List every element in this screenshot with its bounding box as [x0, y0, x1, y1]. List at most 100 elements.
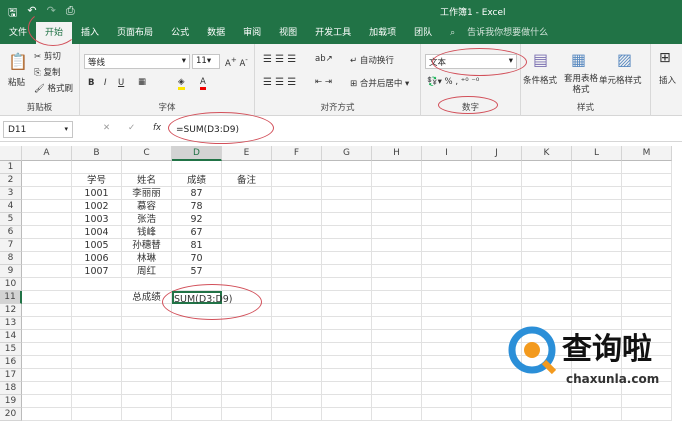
cell-C1[interactable] [122, 161, 172, 174]
cell-J12[interactable] [472, 304, 522, 317]
cell-D7[interactable]: 81 [172, 239, 222, 252]
column-header-F[interactable]: F [272, 146, 322, 161]
cell-D6[interactable]: 67 [172, 226, 222, 239]
row-header-2[interactable]: 2 [0, 174, 22, 187]
cell-C8[interactable]: 林琳 [122, 252, 172, 265]
cell-F9[interactable] [272, 265, 322, 278]
row-header-3[interactable]: 3 [0, 187, 22, 200]
cell-M10[interactable] [622, 278, 672, 291]
cell-A3[interactable] [22, 187, 72, 200]
cell-E1[interactable] [222, 161, 272, 174]
cell-A6[interactable] [22, 226, 72, 239]
cell-M11[interactable] [622, 291, 672, 304]
cell-D2[interactable]: 成绩 [172, 174, 222, 187]
cell-G4[interactable] [322, 200, 372, 213]
cell-B2[interactable]: 学号 [72, 174, 122, 187]
cell-K10[interactable] [522, 278, 572, 291]
cell-I6[interactable] [422, 226, 472, 239]
name-box[interactable]: D11 ▾ [3, 121, 73, 138]
cell-G8[interactable] [322, 252, 372, 265]
cell-I9[interactable] [422, 265, 472, 278]
cell-F3[interactable] [272, 187, 322, 200]
cell-A13[interactable] [22, 317, 72, 330]
cell-J8[interactable] [472, 252, 522, 265]
row-header-12[interactable]: 12 [0, 304, 22, 317]
cell-L3[interactable] [572, 187, 622, 200]
cell-K2[interactable] [522, 174, 572, 187]
cell-A11[interactable] [22, 291, 72, 304]
column-header-B[interactable]: B [72, 146, 122, 161]
copy-button[interactable]: ⎘ 复制 [34, 66, 61, 78]
cell-C4[interactable]: 慕容 [122, 200, 172, 213]
tab-team[interactable]: 团队 [405, 22, 441, 44]
cell-D15[interactable] [172, 343, 222, 356]
cell-B3[interactable]: 1001 [72, 187, 122, 200]
tab-view[interactable]: 视图 [270, 22, 306, 44]
cell-J6[interactable] [472, 226, 522, 239]
cell-F13[interactable] [272, 317, 322, 330]
cell-E14[interactable] [222, 330, 272, 343]
cell-F4[interactable] [272, 200, 322, 213]
merge-center-button[interactable]: ⊞ 合并后居中 ▾ [350, 77, 409, 89]
cell-I7[interactable] [422, 239, 472, 252]
cell-F16[interactable] [272, 356, 322, 369]
row-header-8[interactable]: 8 [0, 252, 22, 265]
cell-H3[interactable] [372, 187, 422, 200]
row-header-17[interactable]: 17 [0, 369, 22, 382]
border-icon[interactable]: ▦ [138, 77, 146, 87]
cell-C15[interactable] [122, 343, 172, 356]
cell-G9[interactable] [322, 265, 372, 278]
bold-button[interactable]: B [88, 78, 94, 88]
cell-H11[interactable] [372, 291, 422, 304]
font-size-select[interactable]: 11▾ [192, 54, 220, 69]
column-header-E[interactable]: E [222, 146, 272, 161]
row-header-13[interactable]: 13 [0, 317, 22, 330]
cell-C13[interactable] [122, 317, 172, 330]
cell-I4[interactable] [422, 200, 472, 213]
row-header-14[interactable]: 14 [0, 330, 22, 343]
cell-D11[interactable]: SUM(D3:D9) [172, 291, 233, 305]
cell-D8[interactable]: 70 [172, 252, 222, 265]
align-top-icon[interactable]: ☰ ☰ ☰ [263, 54, 296, 65]
row-header-19[interactable]: 19 [0, 395, 22, 408]
cell-E2[interactable]: 备注 [222, 174, 272, 187]
italic-button[interactable]: I [104, 78, 107, 88]
cell-M7[interactable] [622, 239, 672, 252]
cell-D17[interactable] [172, 369, 222, 382]
cell-M1[interactable] [622, 161, 672, 174]
format-table-button[interactable]: 套用表格格式 [563, 74, 599, 96]
cell-I15[interactable] [422, 343, 472, 356]
column-header-I[interactable]: I [422, 146, 472, 161]
column-header-C[interactable]: C [122, 146, 172, 161]
cancel-icon[interactable]: ✕ [103, 123, 110, 133]
cell-E20[interactable] [222, 408, 272, 421]
cell-G14[interactable] [322, 330, 372, 343]
cell-K5[interactable] [522, 213, 572, 226]
cell-F11[interactable] [272, 291, 322, 304]
cell-M8[interactable] [622, 252, 672, 265]
cell-H14[interactable] [372, 330, 422, 343]
cell-C3[interactable]: 李丽丽 [122, 187, 172, 200]
cell-F18[interactable] [272, 382, 322, 395]
cell-G5[interactable] [322, 213, 372, 226]
cell-K7[interactable] [522, 239, 572, 252]
cell-I5[interactable] [422, 213, 472, 226]
cell-D3[interactable]: 87 [172, 187, 222, 200]
cell-B5[interactable]: 1003 [72, 213, 122, 226]
cell-F1[interactable] [272, 161, 322, 174]
cell-K12[interactable] [522, 304, 572, 317]
cell-B15[interactable] [72, 343, 122, 356]
cell-B12[interactable] [72, 304, 122, 317]
font-grow-icon[interactable]: A+ A- [225, 55, 248, 69]
cell-J7[interactable] [472, 239, 522, 252]
cell-J4[interactable] [472, 200, 522, 213]
cell-B11[interactable] [72, 291, 122, 304]
cell-L2[interactable] [572, 174, 622, 187]
cell-M4[interactable] [622, 200, 672, 213]
cell-F8[interactable] [272, 252, 322, 265]
row-header-16[interactable]: 16 [0, 356, 22, 369]
cell-A16[interactable] [22, 356, 72, 369]
cell-L1[interactable] [572, 161, 622, 174]
cell-H18[interactable] [372, 382, 422, 395]
cell-K6[interactable] [522, 226, 572, 239]
